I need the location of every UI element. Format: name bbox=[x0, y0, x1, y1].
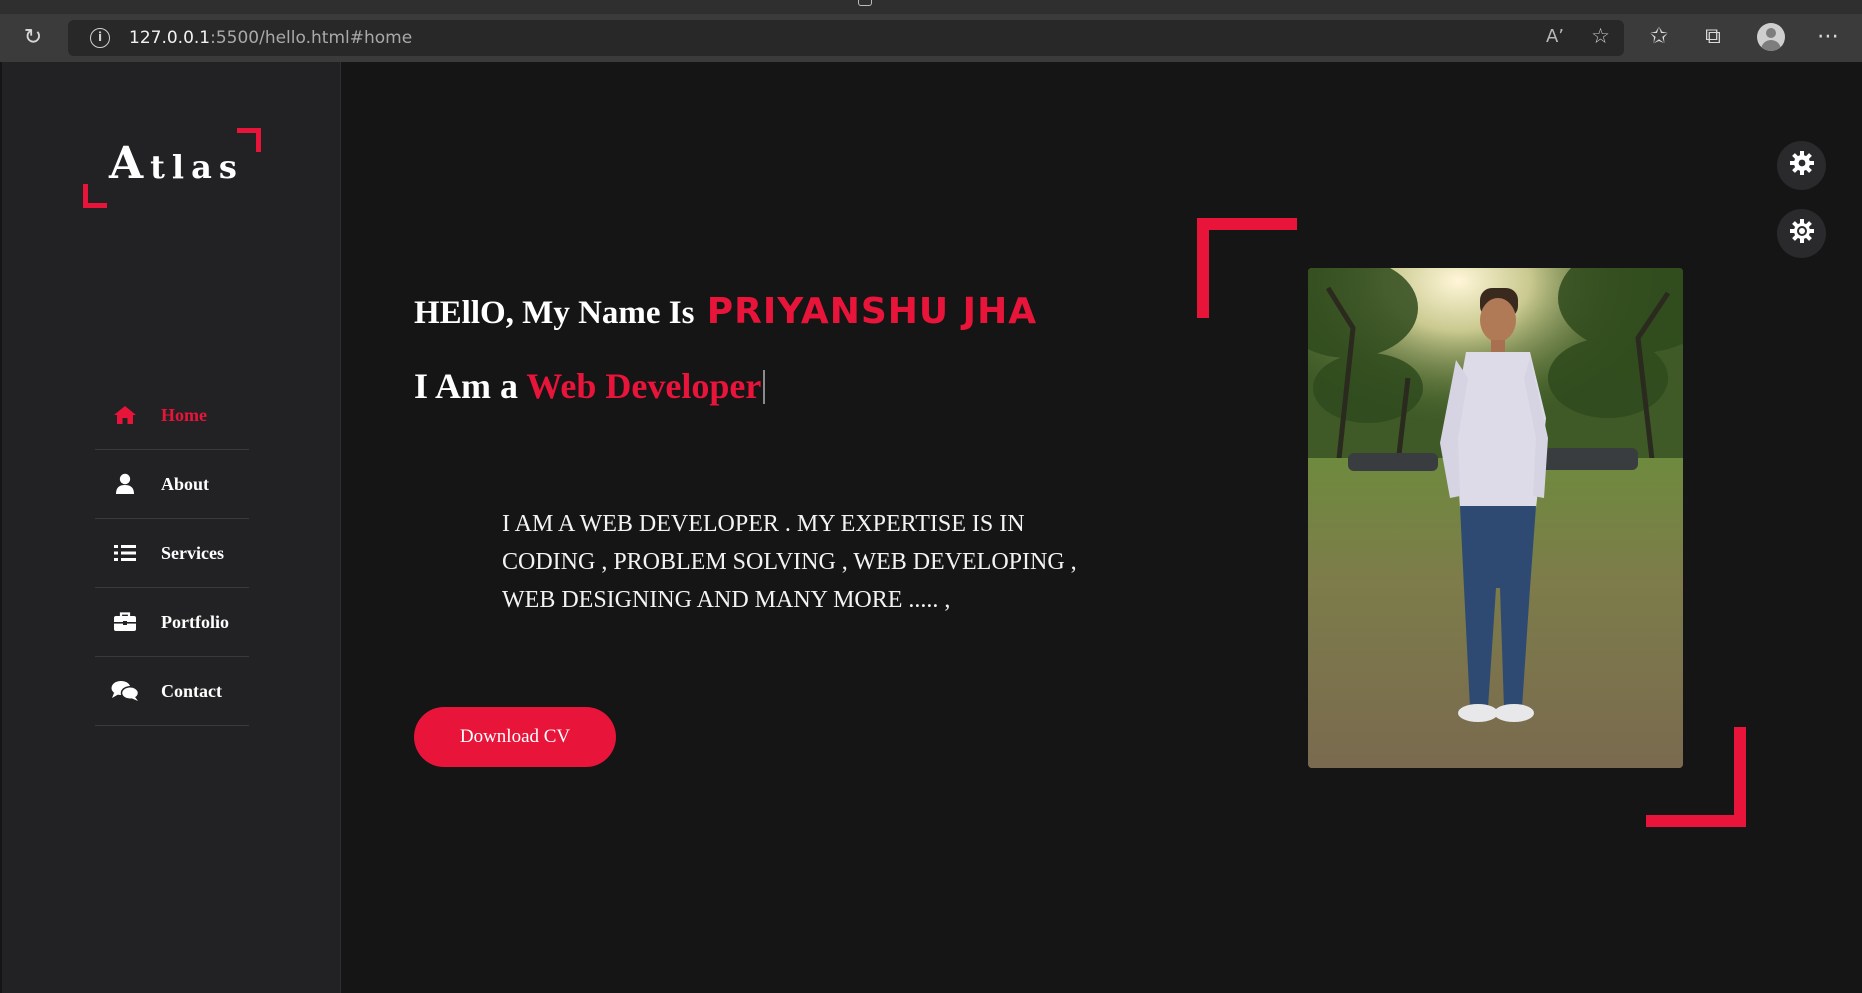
sidebar-item-label: Home bbox=[161, 404, 207, 425]
avatar-body bbox=[1761, 40, 1781, 51]
url-path: :5500/hello.html#home bbox=[210, 28, 413, 48]
theme-toggle-button[interactable] bbox=[1777, 209, 1826, 258]
avatar-head bbox=[1766, 28, 1776, 38]
logo-rest: tlas bbox=[150, 148, 244, 186]
sidebar-item-contact[interactable]: Contact bbox=[95, 657, 249, 726]
page: Atlas Home About Services Portfolio Cont… bbox=[2, 62, 1862, 993]
logo[interactable]: Atlas bbox=[83, 128, 261, 208]
sidebar-item-portfolio[interactable]: Portfolio bbox=[95, 588, 249, 657]
hero-role: I Am a Web Developer bbox=[414, 365, 766, 407]
add-favorite-icon[interactable]: ☆ bbox=[1591, 24, 1610, 48]
url-host: 127.0.0.1 bbox=[129, 28, 211, 48]
hero-greeting: HEllO, My Name Is PRIYANSHU JHA bbox=[414, 291, 1037, 332]
address-bar[interactable]: i 127.0.0.1:5500/hello.html#home A’ ☆ bbox=[68, 20, 1624, 56]
reload-icon[interactable]: ↻ bbox=[18, 24, 48, 52]
briefcase-icon bbox=[111, 611, 139, 633]
role-typed-text: Web Developer bbox=[526, 366, 762, 406]
home-icon bbox=[111, 404, 139, 426]
photo-frame-corner-top-left bbox=[1197, 218, 1297, 318]
hero-description: I AM A WEB DEVELOPER . MY EXPERTISE IS I… bbox=[502, 511, 1077, 613]
url-text[interactable]: 127.0.0.1:5500/hello.html#home bbox=[129, 20, 412, 56]
browser-toolbar: ↻ i 127.0.0.1:5500/hello.html#home A’ ☆ … bbox=[0, 0, 1862, 62]
role-prefix: I Am a bbox=[414, 366, 519, 406]
sidebar-nav: Home About Services Portfolio Contact bbox=[95, 381, 249, 726]
tab-strip bbox=[0, 0, 1862, 14]
settings-gear-icon bbox=[1789, 150, 1815, 181]
logo-text: Atlas bbox=[109, 138, 244, 189]
site-info-icon[interactable]: i bbox=[90, 28, 110, 48]
favorites-icon[interactable]: ✩ bbox=[1644, 22, 1674, 52]
sidebar: Atlas Home About Services Portfolio Cont… bbox=[2, 62, 341, 993]
download-cv-button[interactable]: Download CV bbox=[414, 707, 616, 767]
sidebar-item-label: About bbox=[161, 473, 210, 494]
collections-icon[interactable]: ⧉ bbox=[1698, 22, 1728, 52]
typing-cursor bbox=[763, 370, 766, 404]
more-icon[interactable]: ⋯ bbox=[1813, 22, 1843, 52]
settings-gear-button[interactable] bbox=[1777, 141, 1826, 190]
sidebar-item-services[interactable]: Services bbox=[95, 519, 249, 588]
sidebar-item-label: Contact bbox=[161, 680, 222, 701]
tab-icon[interactable] bbox=[858, 0, 872, 6]
user-icon bbox=[111, 473, 139, 495]
sidebar-item-home[interactable]: Home bbox=[95, 381, 249, 450]
greeting-text: HEllO, My Name Is bbox=[414, 295, 695, 331]
chat-icon bbox=[111, 680, 139, 702]
profile-avatar[interactable] bbox=[1757, 23, 1785, 51]
sidebar-item-about[interactable]: About bbox=[95, 450, 249, 519]
theme-toggle-icon bbox=[1789, 218, 1815, 249]
logo-initial: A bbox=[109, 138, 151, 189]
hero-name: PRIYANSHU JHA bbox=[706, 291, 1038, 332]
profile-photo bbox=[1308, 268, 1683, 768]
read-aloud-icon[interactable]: A’ bbox=[1546, 26, 1564, 47]
sidebar-item-label: Portfolio bbox=[161, 611, 229, 632]
logo-corner-bottom-left bbox=[83, 184, 107, 208]
list-icon bbox=[111, 542, 139, 564]
sidebar-item-label: Services bbox=[161, 542, 224, 563]
